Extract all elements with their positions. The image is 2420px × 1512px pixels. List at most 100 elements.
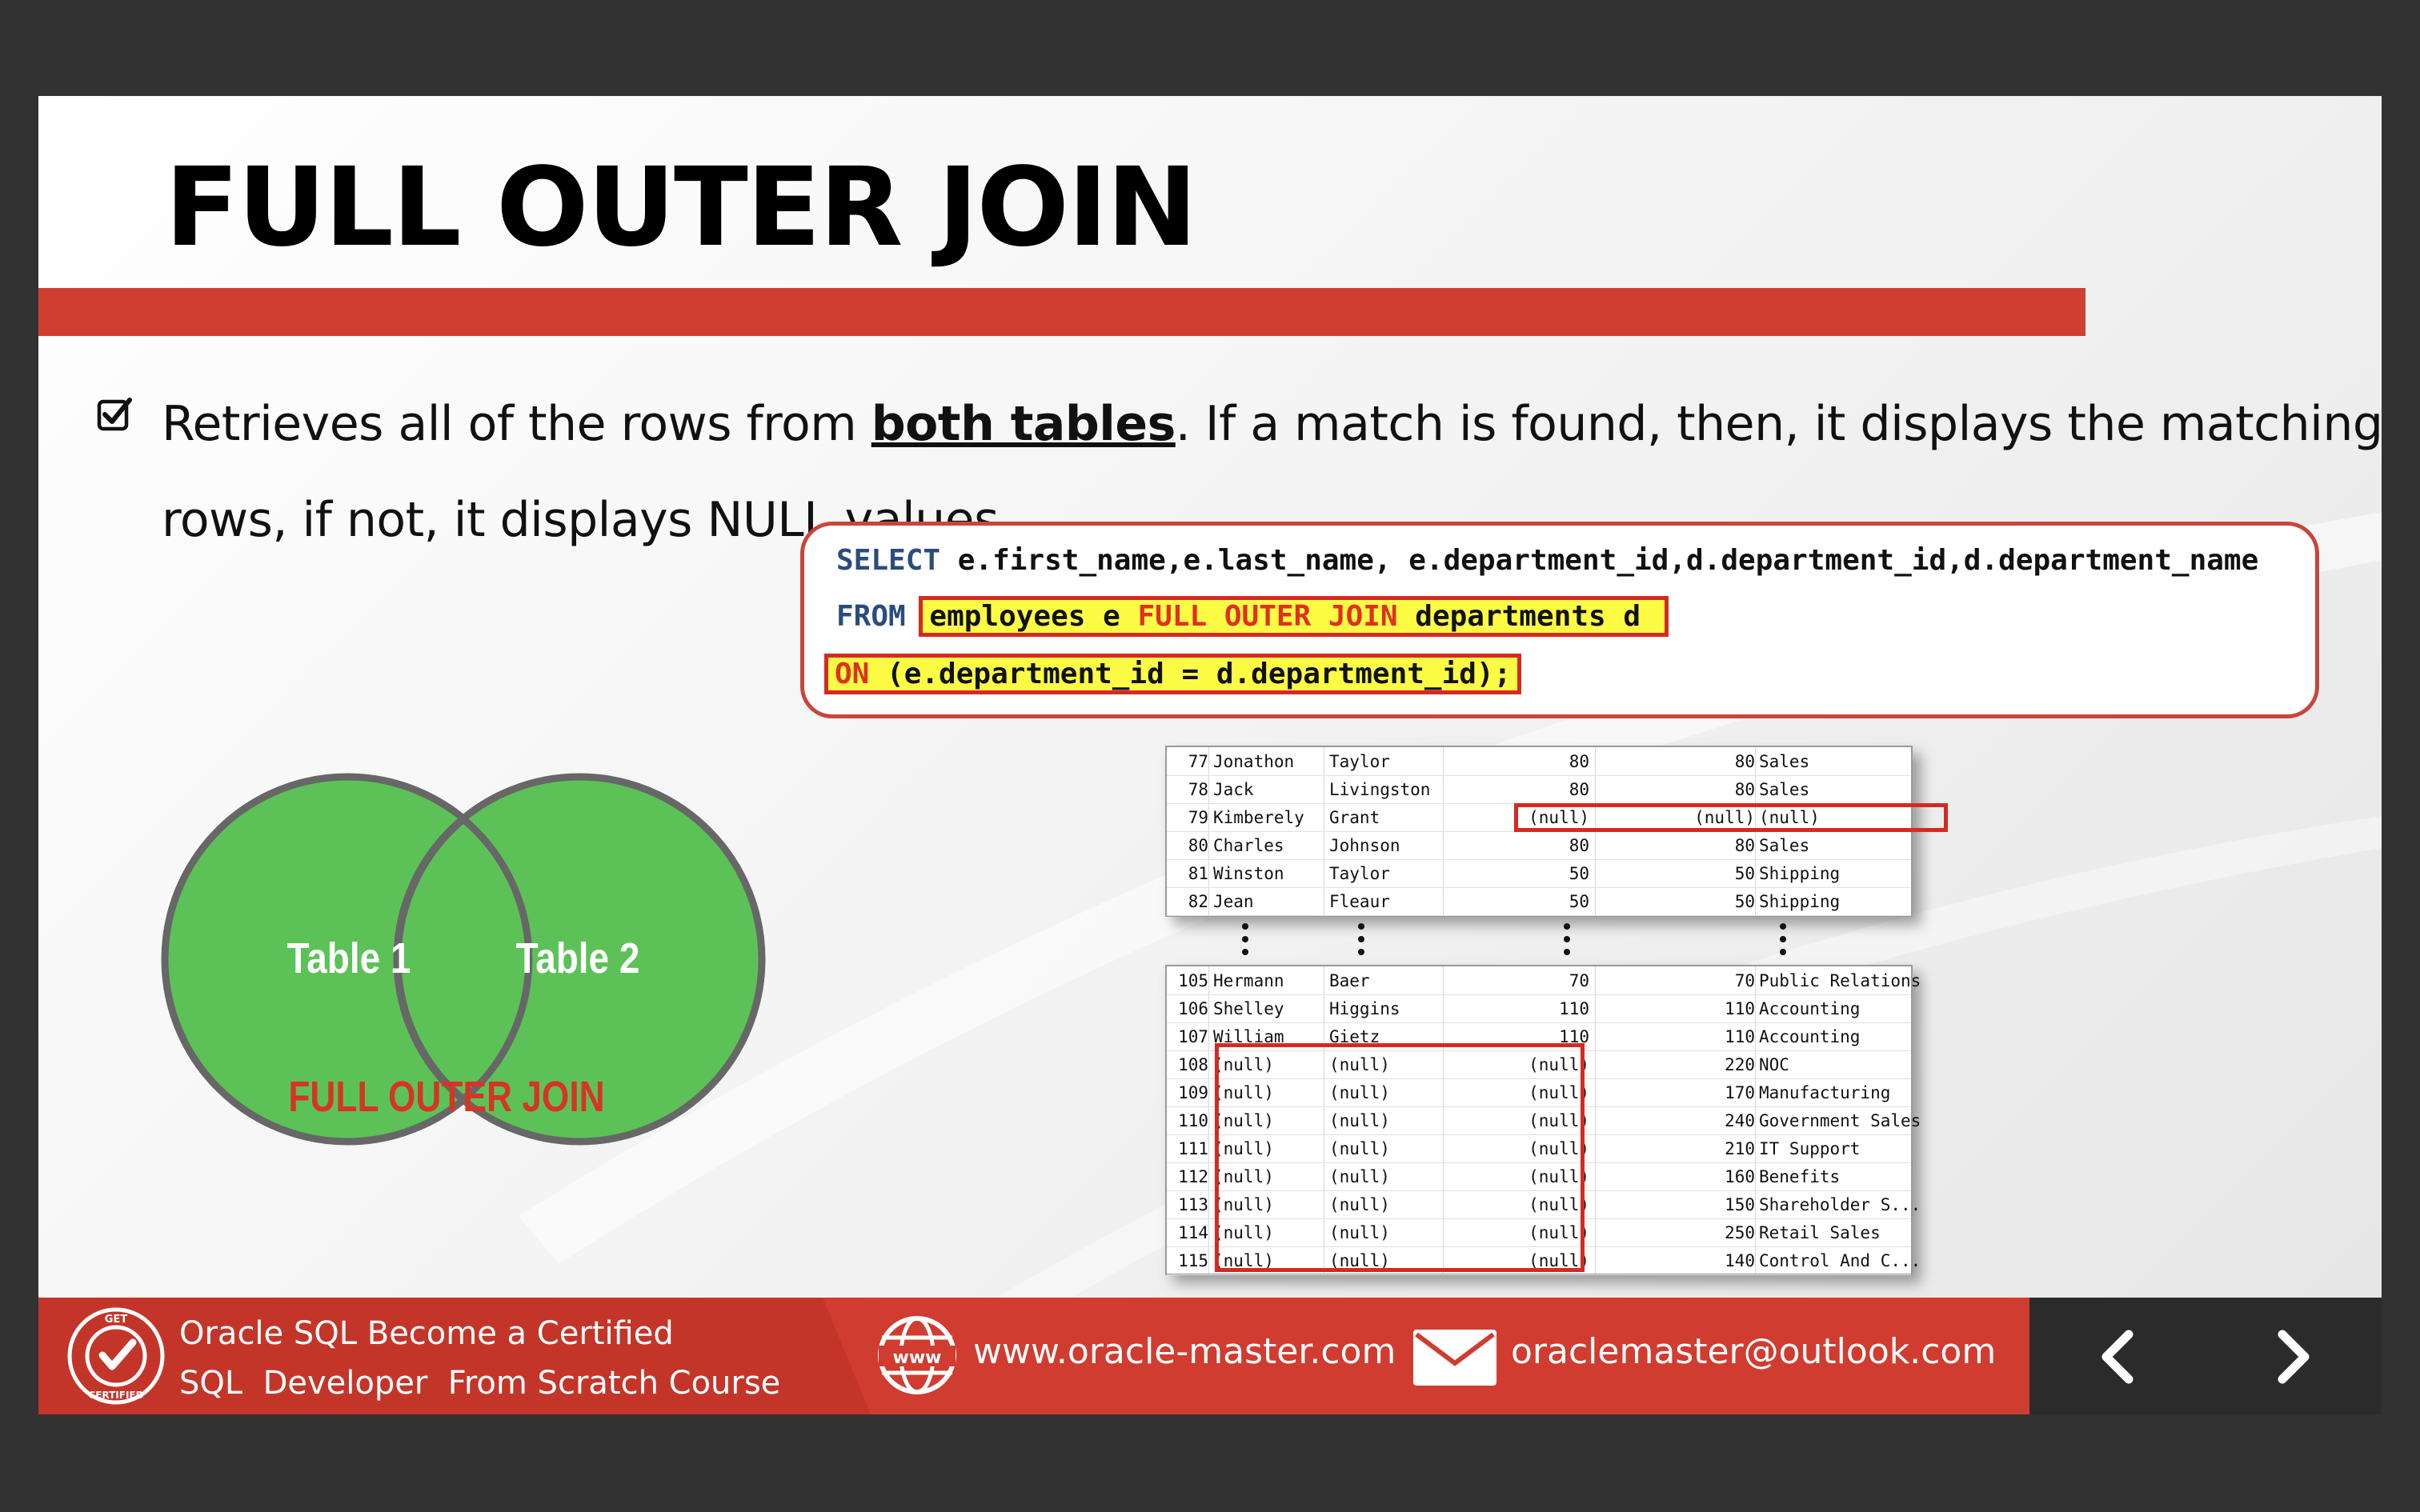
select-columns: e.first_name,e.last_name, e.department_i…: [940, 544, 2259, 577]
cell-last: Baer: [1329, 971, 1370, 990]
cell-num: 109: [1178, 1083, 1208, 1102]
table-row: 78 Jack Livingston 80 80 Sales: [1167, 775, 1911, 804]
cell-d-dept: 80: [1734, 836, 1755, 855]
cell-num: 107: [1178, 1027, 1208, 1046]
cell-e-dept: 50: [1569, 892, 1589, 911]
venn-label-right: Table 2: [516, 934, 640, 982]
cell-dname: Public Relations: [1759, 971, 1921, 990]
table-departments: departments d: [1397, 600, 1658, 633]
cell-num: 105: [1178, 971, 1208, 990]
footer-nav: [2029, 1298, 2382, 1414]
badge-text-bottom: CERTIFIED: [88, 1390, 143, 1401]
footer-bar: GET CERTIFIED Oracle SQL Become a Certif…: [38, 1298, 2382, 1414]
ellipsis-vertical-icon: [1358, 923, 1364, 955]
venn-caption: FULL OUTER JOIN: [288, 1073, 605, 1121]
cell-d-dept: 240: [1725, 1111, 1755, 1130]
cell-d-dept: 220: [1725, 1055, 1755, 1074]
null-employees-highlight: [1215, 1043, 1585, 1272]
cell-last: Livingston: [1329, 780, 1431, 799]
cell-dname: Sales: [1759, 836, 1810, 855]
slide: FULL OUTER JOIN Retrieves all of the row…: [38, 96, 2382, 1414]
cell-d-dept: 140: [1725, 1251, 1755, 1270]
cell-num: 81: [1188, 864, 1208, 883]
cell-e-dept: 80: [1569, 780, 1589, 799]
table-row: 81 Winston Taylor 50 50 Shipping: [1167, 859, 1911, 888]
cell-dname: Shipping: [1759, 864, 1841, 883]
cell-first: Kimberely: [1213, 808, 1304, 827]
table-row: 80 Charles Johnson 80 80 Sales: [1167, 831, 1911, 860]
certified-badge-icon: GET CERTIFIED: [67, 1307, 165, 1405]
cell-num: 106: [1178, 999, 1208, 1018]
null-row-highlight: [1514, 803, 1948, 832]
cell-e-dept: 110: [1559, 999, 1589, 1018]
globe-icon: www: [878, 1316, 956, 1394]
cell-num: 110: [1178, 1111, 1208, 1130]
code-line-select: SELECT e.first_name,e.last_name, e.depar…: [836, 537, 2258, 585]
from-clause-highlight: employees e FULL OUTER JOIN departments …: [919, 596, 1669, 637]
badge-text-top: GET: [105, 1314, 128, 1326]
cell-d-dept: 80: [1734, 752, 1755, 771]
cell-num: 78: [1188, 780, 1208, 799]
website-link[interactable]: www.oracle-master.com: [973, 1331, 1396, 1372]
ellipsis-vertical-icon: [1564, 923, 1570, 955]
table-row: 82 Jean Fleaur 50 50 Shipping: [1167, 887, 1911, 916]
cell-num: 82: [1188, 892, 1208, 911]
cell-d-dept: 50: [1734, 864, 1755, 883]
cell-e-dept: 80: [1569, 752, 1589, 771]
cell-last: Johnson: [1329, 836, 1400, 855]
cell-num: 111: [1178, 1139, 1208, 1158]
cell-num: 80: [1188, 836, 1208, 855]
cell-dname: Sales: [1759, 780, 1810, 799]
email-link[interactable]: oraclemaster@outlook.com: [1511, 1331, 1996, 1372]
cell-dname: IT Support: [1759, 1139, 1861, 1158]
cell-d-dept: 250: [1725, 1223, 1755, 1242]
cell-dname: Accounting: [1759, 999, 1861, 1018]
mail-icon: [1413, 1330, 1496, 1386]
table-employees: employees e: [929, 600, 1138, 633]
previous-arrow-icon[interactable]: [2093, 1330, 2145, 1384]
cell-num: 108: [1178, 1055, 1208, 1074]
cell-num: 113: [1178, 1195, 1208, 1214]
cell-first: Jean: [1213, 892, 1254, 911]
cell-e-dept: 70: [1569, 971, 1589, 990]
globe-text: www: [893, 1348, 942, 1368]
cell-last: Taylor: [1329, 752, 1390, 771]
join-condition: (e.department_id = d.department_id);: [869, 658, 1512, 690]
code-line-from: FROM employees e FULL OUTER JOIN departm…: [836, 593, 1669, 641]
cell-num: 115: [1178, 1251, 1208, 1270]
bullet-emphasis: both tables: [871, 396, 1176, 452]
on-clause-highlight: ON (e.department_id = d.department_id);: [823, 654, 1522, 694]
ellipsis-vertical-icon: [1780, 923, 1786, 955]
cell-num: 77: [1188, 752, 1208, 771]
cell-dname: Retail Sales: [1759, 1223, 1881, 1242]
cell-last: Taylor: [1329, 864, 1390, 883]
cell-dname: Accounting: [1759, 1027, 1861, 1046]
sql-code-box: SELECT e.first_name,e.last_name, e.depar…: [800, 522, 2319, 718]
cell-dname: Government Sales: [1759, 1111, 1921, 1130]
cell-first: Winston: [1213, 864, 1284, 883]
cell-dname: Control And C...: [1759, 1251, 1921, 1270]
cell-dname: Shareholder S...: [1759, 1195, 1921, 1214]
cell-dname: Benefits: [1759, 1167, 1841, 1186]
slide-title: FULL OUTER JOIN: [165, 145, 1197, 271]
bullet-text-start: Retrieves all of the rows from: [162, 396, 871, 452]
cell-d-dept: 170: [1725, 1083, 1755, 1102]
cell-d-dept: 80: [1734, 780, 1755, 799]
cell-dname: Manufacturing: [1759, 1083, 1891, 1102]
table-row: 77 Jonathon Taylor 80 80 Sales: [1167, 747, 1911, 776]
cell-num: 79: [1188, 808, 1208, 827]
cell-first: Charles: [1213, 836, 1284, 855]
cell-dname: NOC: [1759, 1055, 1789, 1074]
keyword-full-outer-join: FULL OUTER JOIN: [1137, 600, 1398, 633]
cell-d-dept: 210: [1725, 1139, 1755, 1158]
cell-num: 114: [1178, 1223, 1208, 1242]
next-arrow-icon[interactable]: [2266, 1330, 2318, 1384]
cell-d-dept: 160: [1725, 1167, 1755, 1186]
cell-last: Fleaur: [1329, 892, 1390, 911]
title-underline-bar: [38, 288, 2085, 336]
course-line-2: SQL Developer From Scratch Course: [179, 1365, 781, 1402]
cell-d-dept: 70: [1734, 971, 1755, 990]
cell-first: Hermann: [1213, 971, 1284, 990]
cell-e-dept: 80: [1569, 836, 1589, 855]
cell-num: 112: [1178, 1167, 1208, 1186]
